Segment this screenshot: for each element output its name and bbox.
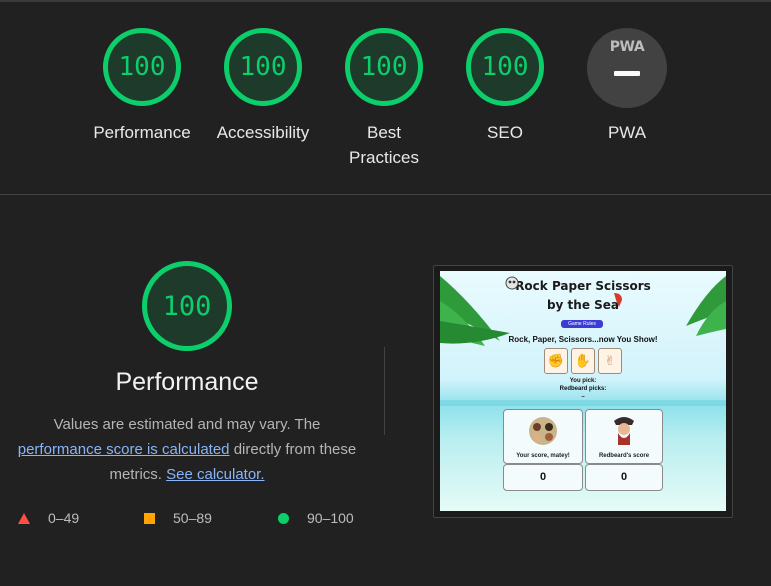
gauge-accessibility-score: 100 — [224, 28, 302, 106]
gauge-performance-score: 100 — [103, 28, 181, 106]
player-card: Your score, matey! — [503, 409, 583, 464]
gauge-best-practices-score: 100 — [345, 28, 423, 106]
skull-icon — [505, 276, 519, 290]
top-border — [0, 0, 771, 2]
description-text-1: Values are estimated and may vary. The — [53, 416, 321, 433]
triangle-icon — [18, 512, 30, 524]
game-rules-button[interactable]: Game Rules — [561, 320, 603, 328]
legend-fail: 0–49 — [18, 510, 79, 526]
pwa-dash-icon — [614, 71, 640, 76]
rock-choice-button[interactable]: ✊ — [544, 348, 568, 374]
pwa-badge-text: PWA — [609, 39, 645, 55]
legend-average-label: 50–89 — [173, 510, 212, 526]
player-score-label: Your score, matey! — [516, 453, 570, 459]
redbeard-score-label: Redbeard's score — [598, 453, 650, 459]
see-calculator-link[interactable]: See calculator. — [166, 466, 264, 483]
redbeard-score-value: 0 — [585, 464, 663, 491]
game-title: Rock Paper Scissors by the Sea — [440, 277, 726, 315]
legend-average: 50–89 — [144, 510, 212, 526]
pwa-badge-icon: PWA — [587, 28, 667, 108]
legend-pass-label: 90–100 — [307, 510, 354, 526]
page-screenshot[interactable]: Rock Paper Scissors by the Sea Game Rule… — [440, 271, 726, 511]
redbeard-pick-value: – — [581, 394, 585, 400]
square-icon — [144, 512, 155, 524]
performance-description: Values are estimated and may vary. The p… — [10, 412, 364, 487]
gauge-best-practices-label: Best Practices — [349, 123, 419, 167]
performance-score-gauge: 100 — [142, 261, 232, 351]
parrot-icon — [614, 293, 622, 307]
scissors-choice-button[interactable]: ✌ — [598, 348, 622, 374]
circle-icon — [278, 512, 289, 524]
game-subtitle: Rock, Paper, Scissors...now You Show! — [508, 335, 658, 344]
gauge-pwa-label: PWA — [607, 123, 647, 142]
picks-info: You pick: Redbeard picks: – — [440, 377, 726, 401]
gauge-seo-score: 100 — [466, 28, 544, 106]
section-divider — [0, 194, 771, 195]
game-title-line-1: Rock Paper Scissors — [515, 279, 651, 293]
redbeard-picks-label: Redbeard picks: — [559, 386, 607, 392]
game-title-line-2: by the Sea — [546, 298, 620, 312]
performance-title: Performance — [115, 368, 259, 396]
redbeard-card: Redbeard's score — [585, 409, 663, 464]
you-pick-label: You pick: — [569, 378, 597, 384]
crew-avatar-icon — [529, 417, 557, 445]
pirate-avatar-icon — [614, 417, 634, 445]
legend-fail-label: 0–49 — [48, 510, 80, 526]
player-score-value: 0 — [503, 464, 583, 491]
vertical-divider — [384, 347, 385, 435]
legend-pass: 90–100 — [278, 510, 354, 526]
score-calculation-link[interactable]: performance score is calculated — [18, 441, 230, 458]
gauge-pwa[interactable]: PWA PWA — [547, 28, 707, 145]
paper-choice-button[interactable]: ✋ — [571, 348, 595, 374]
